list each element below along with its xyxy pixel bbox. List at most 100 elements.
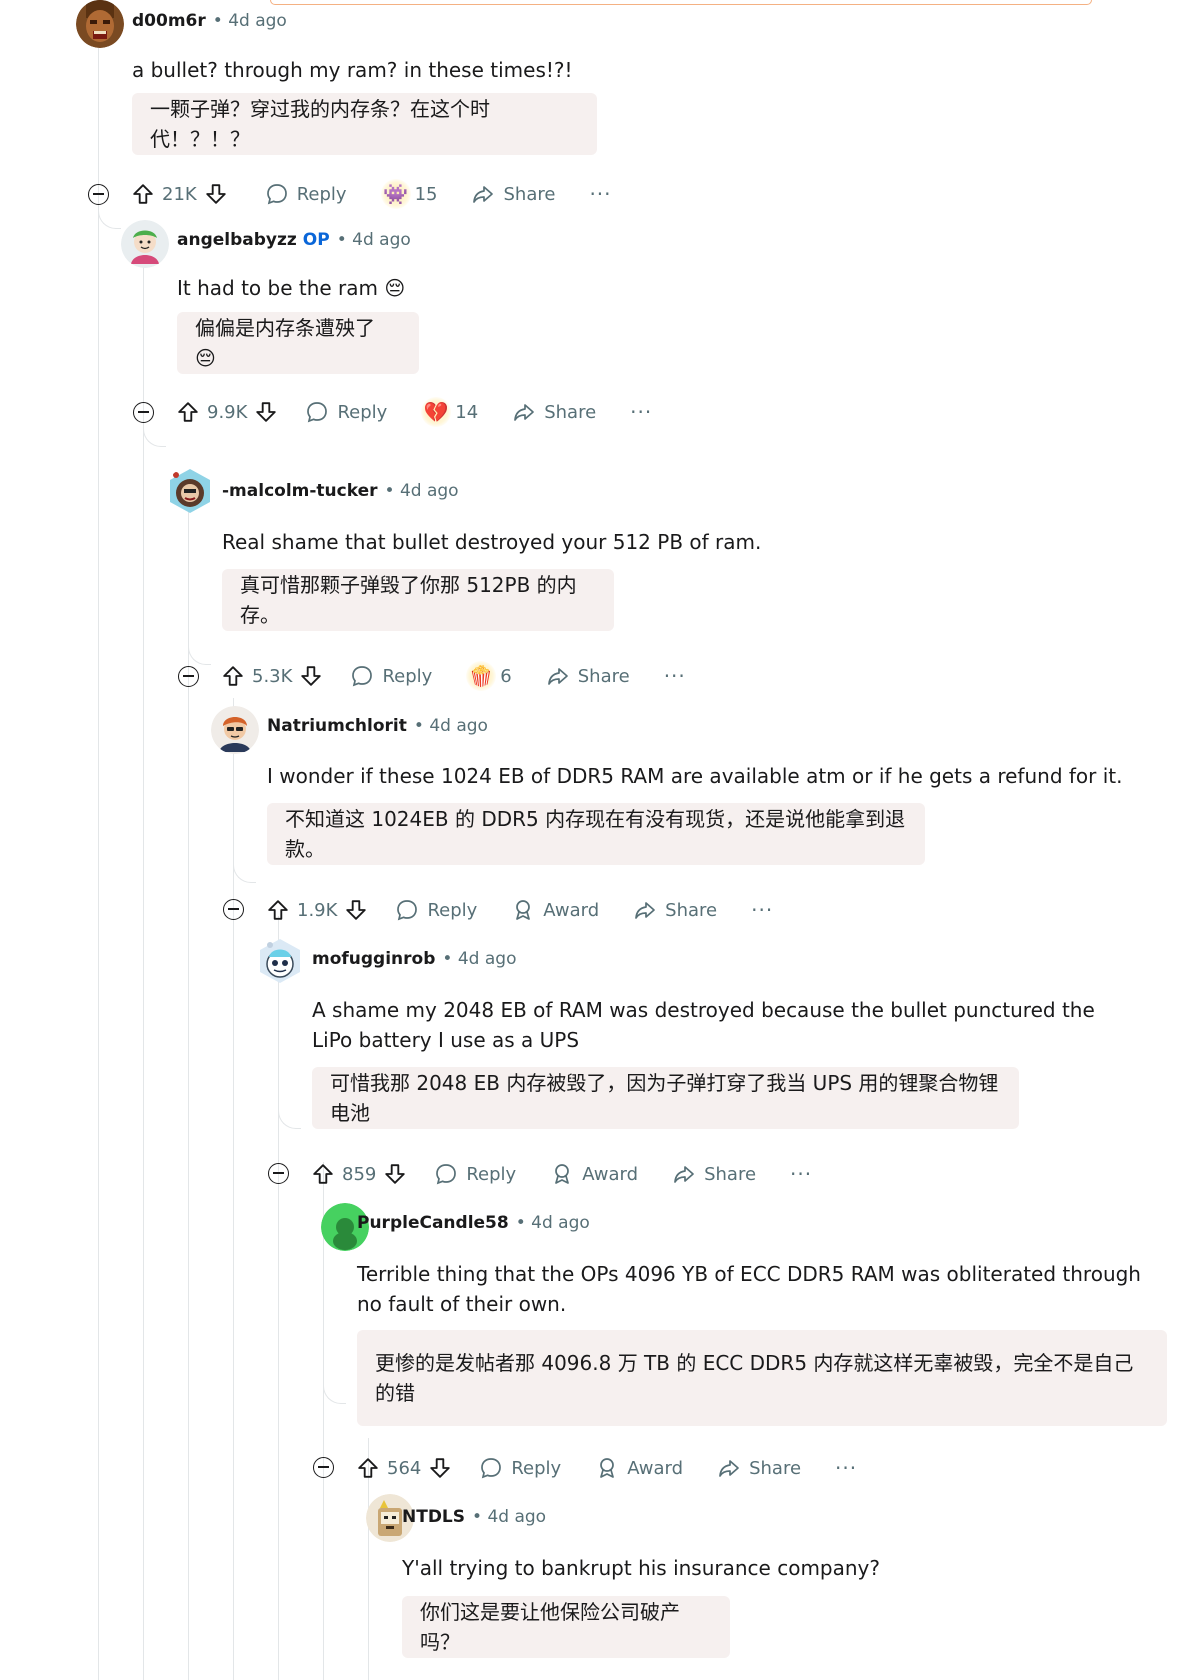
- downvote-button[interactable]: [255, 401, 277, 423]
- reply-button[interactable]: Reply: [305, 400, 387, 424]
- reply-button[interactable]: Reply: [479, 1456, 561, 1480]
- comment-header: angelbabyzz OP • 4d ago: [177, 227, 411, 253]
- share-button[interactable]: Share: [672, 1162, 756, 1186]
- downvote-button[interactable]: [345, 899, 367, 921]
- downvote-button[interactable]: [205, 183, 227, 205]
- award-icon: [516, 900, 531, 920]
- avatar[interactable]: [76, 0, 124, 48]
- share-icon: [635, 902, 656, 919]
- reply-button[interactable]: Reply: [265, 182, 347, 206]
- upvote-button[interactable]: [267, 899, 289, 921]
- translation-text: 你们这是要让他保险公司破产吗？: [420, 1600, 680, 1654]
- comment-bubble-icon: [266, 184, 287, 205]
- reply-label: Reply: [337, 401, 388, 423]
- collapse-thread-button[interactable]: [268, 1163, 289, 1184]
- alien-monster-emoji-icon: 👾: [380, 179, 411, 209]
- share-button[interactable]: Share: [471, 182, 555, 206]
- reply-button[interactable]: Reply: [395, 898, 477, 922]
- downvote-icon: [346, 900, 367, 920]
- author-name[interactable]: Natriumchlorit: [267, 716, 407, 736]
- timestamp-text: 4d ago: [531, 1213, 590, 1233]
- avatar[interactable]: [256, 937, 304, 985]
- more-options-button[interactable]: ···: [664, 664, 686, 688]
- share-label: Share: [665, 899, 718, 921]
- more-options-button[interactable]: ···: [790, 1162, 812, 1186]
- thread-connector: [323, 1381, 346, 1404]
- comment-text: Real shame that bullet destroyed your 51…: [222, 530, 762, 554]
- thread-line[interactable]: [143, 262, 144, 1680]
- timestamp[interactable]: • 4d ago: [472, 1507, 546, 1527]
- more-options-button[interactable]: ···: [751, 898, 773, 922]
- comment-text: Y'all trying to bankrupt his insurance c…: [402, 1556, 881, 1580]
- award-button[interactable]: Award: [511, 898, 599, 922]
- share-icon: [719, 1460, 739, 1477]
- reply-button[interactable]: Reply: [434, 1162, 516, 1186]
- upvote-button[interactable]: [357, 1457, 379, 1479]
- downvote-button[interactable]: [300, 665, 322, 687]
- more-options-button[interactable]: ···: [630, 400, 652, 424]
- timestamp[interactable]: • 4d ago: [213, 11, 287, 31]
- share-button[interactable]: Share: [717, 1456, 801, 1480]
- share-button[interactable]: Share: [512, 400, 596, 424]
- award-badge[interactable]: 🍿 6: [466, 661, 512, 691]
- avatar[interactable]: [166, 467, 214, 515]
- comment-actions: 5.3K Reply 🍿 6 Share ···: [222, 656, 686, 696]
- vote-score: 21K: [162, 183, 197, 205]
- upvote-icon: [178, 402, 198, 422]
- avatar[interactable]: [211, 706, 259, 754]
- timestamp-text: 4d ago: [399, 481, 459, 501]
- downvote-button[interactable]: [429, 1457, 451, 1479]
- award-label: Award: [543, 899, 600, 921]
- upvote-button[interactable]: [177, 401, 199, 423]
- award-button[interactable]: Award: [550, 1162, 638, 1186]
- upvote-icon: [268, 900, 288, 920]
- timestamp[interactable]: • 4d ago: [385, 481, 459, 501]
- upvote-icon: [133, 184, 153, 204]
- author-name[interactable]: mofugginrob: [312, 949, 435, 969]
- collapse-thread-button[interactable]: [313, 1457, 334, 1478]
- collapse-thread-button[interactable]: [223, 899, 244, 920]
- more-options-button[interactable]: ···: [835, 1456, 857, 1480]
- upvote-button[interactable]: [222, 665, 244, 687]
- comment-header: -malcolm-tucker • 4d ago: [222, 478, 459, 504]
- thread-line[interactable]: [188, 480, 189, 1680]
- author-name[interactable]: PurpleCandle58: [357, 1213, 509, 1233]
- more-options-button[interactable]: ···: [589, 182, 611, 206]
- timestamp[interactable]: • 4d ago: [414, 716, 488, 736]
- reply-label: Reply: [296, 183, 347, 205]
- award-icon: [555, 1164, 570, 1184]
- award-button[interactable]: Award: [595, 1456, 683, 1480]
- reply-label: Reply: [382, 665, 433, 687]
- downvote-icon: [430, 1458, 451, 1478]
- vote-score: 859: [342, 1163, 377, 1185]
- share-button[interactable]: Share: [633, 898, 717, 922]
- comment-actions: 1.9K Reply Award Share ···: [267, 890, 773, 930]
- reply-button[interactable]: Reply: [350, 664, 432, 688]
- share-icon: [674, 1166, 694, 1183]
- downvote-button[interactable]: [384, 1163, 406, 1185]
- translation-box: 不知道这 1024EB 的 DDR5 内存现在有没有现货，还是说他能拿到退款。: [267, 803, 925, 865]
- thread-line[interactable]: [278, 916, 279, 1680]
- author-name[interactable]: NTDLS: [402, 1507, 465, 1527]
- share-button[interactable]: Share: [546, 664, 630, 688]
- thread-line[interactable]: [98, 48, 99, 1680]
- author-name[interactable]: d00m6r: [132, 11, 206, 31]
- timestamp[interactable]: • 4d ago: [442, 949, 516, 969]
- award-badge[interactable]: 👾 15: [380, 179, 437, 209]
- upvote-button[interactable]: [132, 183, 154, 205]
- collapse-thread-button[interactable]: [88, 184, 109, 205]
- avatar[interactable]: [121, 220, 169, 268]
- thread-line[interactable]: [233, 698, 234, 1680]
- translation-text: 可惜我那 2048 EB 内存被毁了，因为子弹打穿了我当 UPS 用的锂聚合物锂…: [330, 1071, 999, 1125]
- author-name[interactable]: -malcolm-tucker: [222, 481, 378, 501]
- timestamp[interactable]: • 4d ago: [516, 1213, 590, 1233]
- comment-text: Terrible thing that the OPs 4096 YB of E…: [357, 1262, 1141, 1316]
- upvote-button[interactable]: [312, 1163, 334, 1185]
- comment-text: A shame my 2048 EB of RAM was destroyed …: [312, 998, 1095, 1052]
- thread-connector: [98, 206, 121, 229]
- author-name[interactable]: angelbabyzz: [177, 230, 297, 250]
- timestamp[interactable]: • 4d ago: [337, 230, 411, 250]
- collapse-thread-button[interactable]: [133, 402, 154, 423]
- collapse-thread-button[interactable]: [178, 666, 199, 687]
- award-badge[interactable]: 💔 14: [421, 397, 478, 427]
